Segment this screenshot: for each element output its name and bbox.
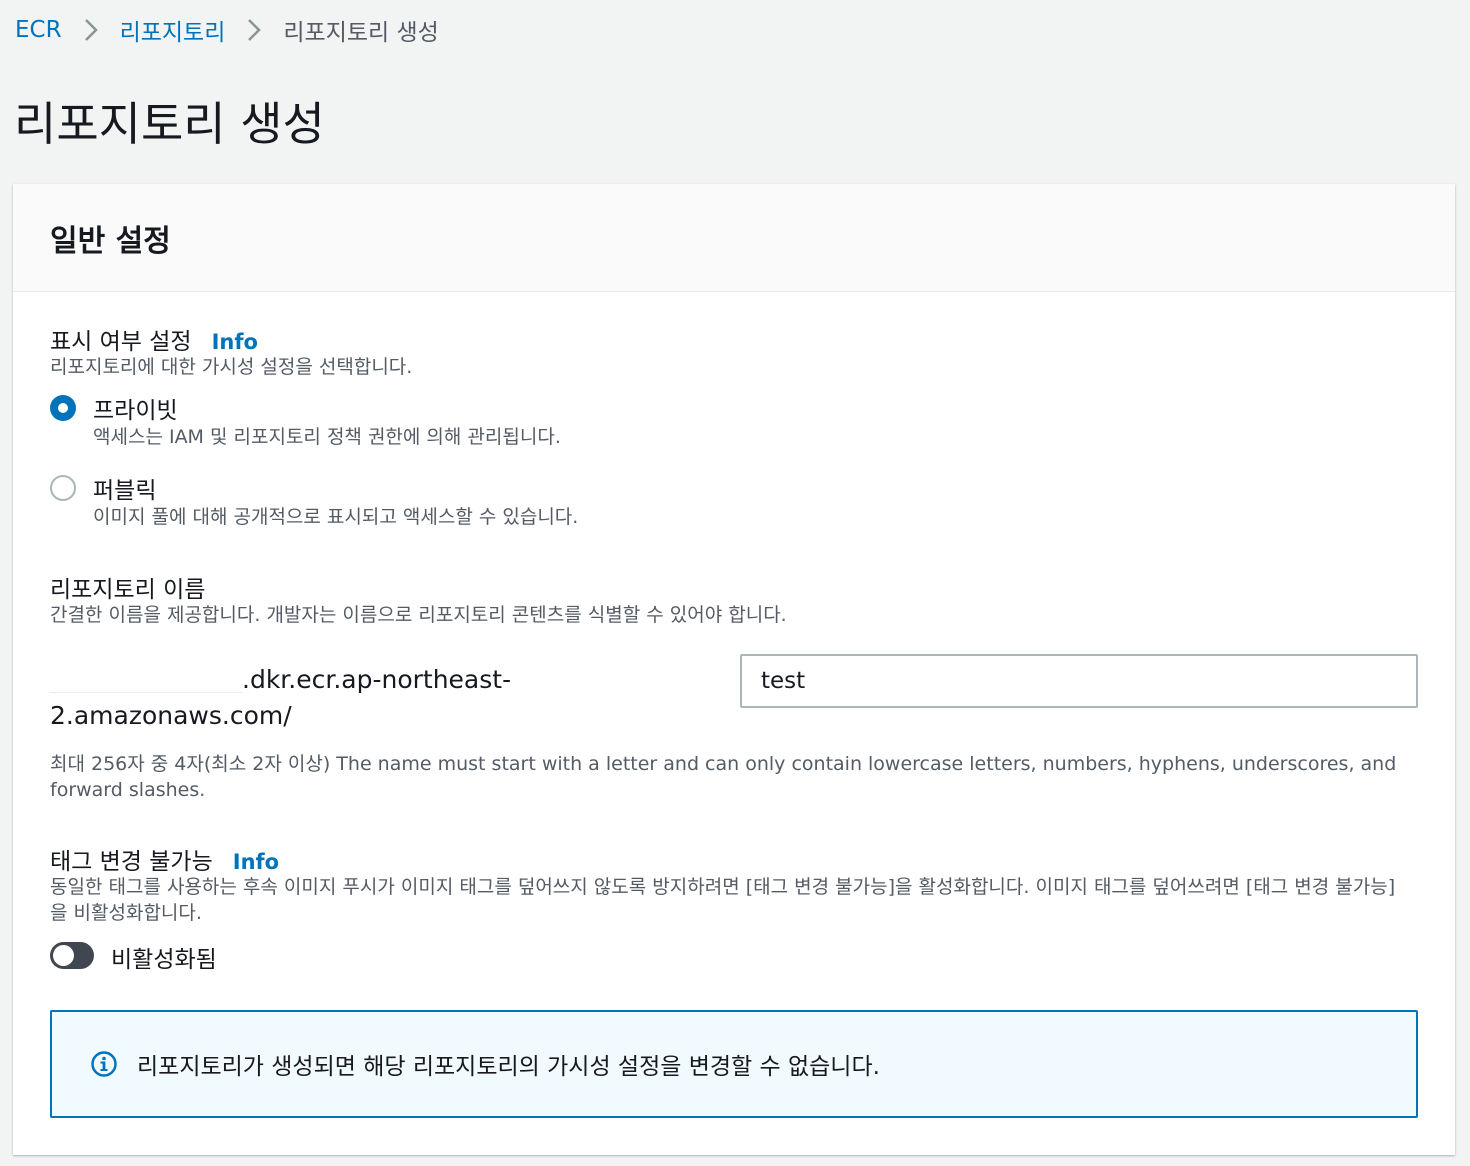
toggle-knob <box>53 945 74 966</box>
tag-immutability-label-row: 태그 변경 불가능 Info <box>50 842 279 876</box>
info-alert: 리포지토리가 생성되면 해당 리포지토리의 가시성 설정을 변경할 수 없습니다… <box>50 1010 1418 1118</box>
general-settings-panel: 일반 설정 표시 여부 설정 Info 리포지토리에 대한 가시성 설정을 선택… <box>13 184 1455 1155</box>
panel-title: 일반 설정 <box>50 223 171 259</box>
breadcrumb: ECR 리포지토리 리포지토리 생성 <box>15 12 439 48</box>
visibility-label-row: 표시 여부 설정 Info <box>50 322 258 356</box>
tag-immutability-info-link[interactable]: Info <box>233 850 279 874</box>
uri-prefix-line1: .dkr.ecr.ap-northeast- <box>242 665 512 694</box>
info-alert-text: 리포지토리가 생성되면 해당 리포지토리의 가시성 설정을 변경할 수 없습니다… <box>137 1054 880 1080</box>
radio-public-description: 이미지 풀에 대해 공개적으로 표시되고 액세스할 수 있습니다. <box>93 506 579 528</box>
radio-private[interactable] <box>50 395 76 421</box>
tag-immutability-toggle[interactable] <box>50 942 94 969</box>
repo-name-label: 리포지토리 이름 <box>50 577 206 603</box>
repo-name-constraint: 최대 256자 중 4자(최소 2자 이상) The name must sta… <box>50 753 1397 801</box>
chevron-right-icon <box>247 18 262 42</box>
panel-header: 일반 설정 <box>13 184 1455 292</box>
chevron-right-icon <box>84 18 98 42</box>
visibility-info-link[interactable]: Info <box>212 330 258 354</box>
repo-name-input[interactable] <box>740 654 1418 708</box>
radio-public[interactable] <box>50 475 76 501</box>
uri-prefix-line2: 2.amazonaws.com/ <box>50 701 292 730</box>
redacted-account-id <box>50 669 242 693</box>
tag-immutability-state: 비활성화됨 <box>111 947 217 973</box>
breadcrumb-repositories[interactable]: 리포지토리 <box>120 13 226 47</box>
visibility-label: 표시 여부 설정 <box>50 329 192 355</box>
radio-public-label[interactable]: 퍼블릭 <box>93 471 156 505</box>
radio-private-description: 액세스는 IAM 및 리포지토리 정책 권한에 의해 관리됩니다. <box>93 426 561 448</box>
breadcrumb-create-repository: 리포지토리 생성 <box>283 20 439 46</box>
info-circle-icon <box>90 1050 118 1078</box>
repo-name-description: 간결한 이름을 제공합니다. 개발자는 이름으로 리포지토리 콘텐츠를 식별할 … <box>50 604 787 626</box>
page-title: 리포지토리 생성 <box>14 97 325 151</box>
tag-immutability-label: 태그 변경 불가능 <box>50 849 213 875</box>
tag-immutability-description: 동일한 태그를 사용하는 후속 이미지 푸시가 이미지 태그를 덮어쓰지 않도록… <box>50 876 1396 924</box>
radio-private-label[interactable]: 프라이빗 <box>93 391 178 425</box>
repo-uri-prefix: .dkr.ecr.ap-northeast- 2.amazonaws.com/ <box>50 662 710 734</box>
breadcrumb-ecr[interactable]: ECR <box>15 17 62 43</box>
visibility-description: 리포지토리에 대한 가시성 설정을 선택합니다. <box>50 356 413 378</box>
